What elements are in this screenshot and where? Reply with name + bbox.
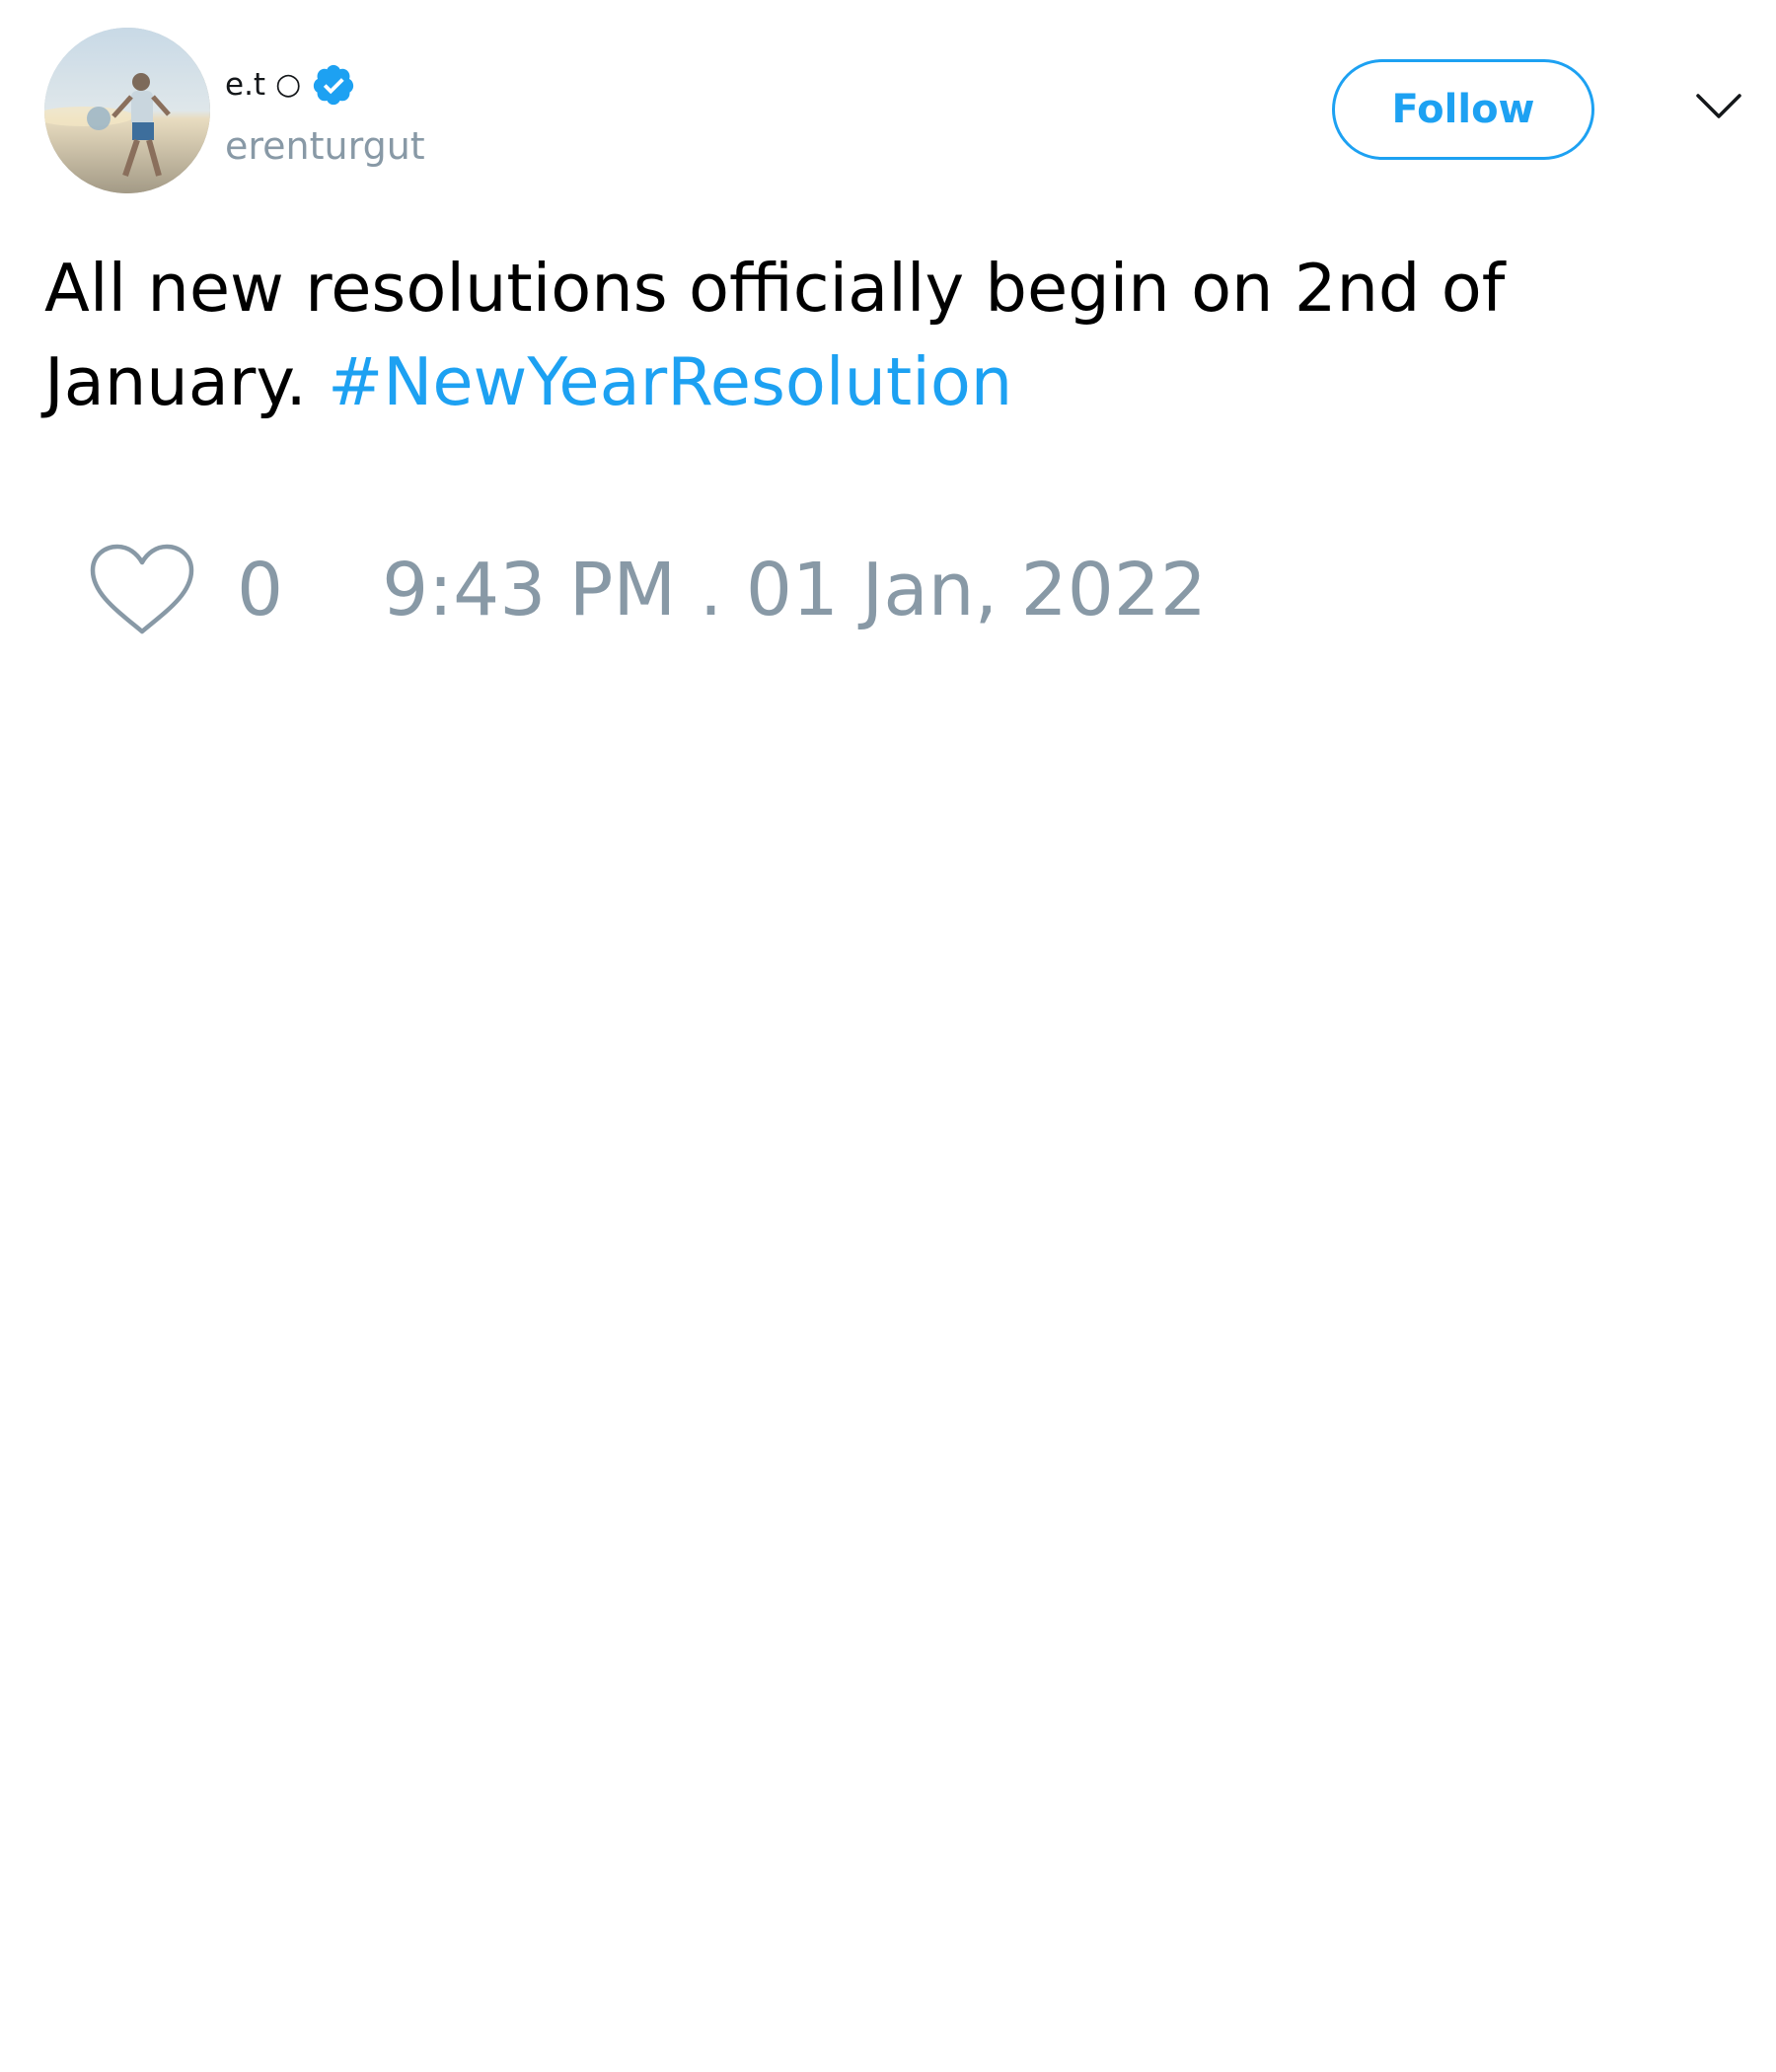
name-symbol: ○	[275, 67, 302, 102]
avatar[interactable]	[44, 28, 210, 193]
follow-button[interactable]: Follow	[1332, 59, 1594, 160]
like-count: 0	[237, 548, 284, 632]
display-name[interactable]: e.t	[225, 69, 265, 101]
tweet-text: All new resolutions officially begin on …	[44, 242, 1702, 429]
heart-outline-icon[interactable]	[89, 543, 195, 637]
hashtag-link[interactable]: #NewYearResolution	[328, 343, 1012, 420]
timestamp[interactable]: 9:43 PM . 01 Jan, 2022	[382, 554, 1207, 627]
chevron-down-icon[interactable]	[1695, 91, 1742, 122]
tweet-card: e.t ○ erenturgut Follow All new resoluti…	[0, 0, 1776, 2072]
tweet-footer: 0 9:43 PM . 01 Jan, 2022	[89, 541, 1207, 639]
verified-badge-icon	[311, 62, 356, 108]
display-name-row: e.t ○	[225, 61, 356, 109]
username[interactable]: erenturgut	[225, 125, 425, 168]
